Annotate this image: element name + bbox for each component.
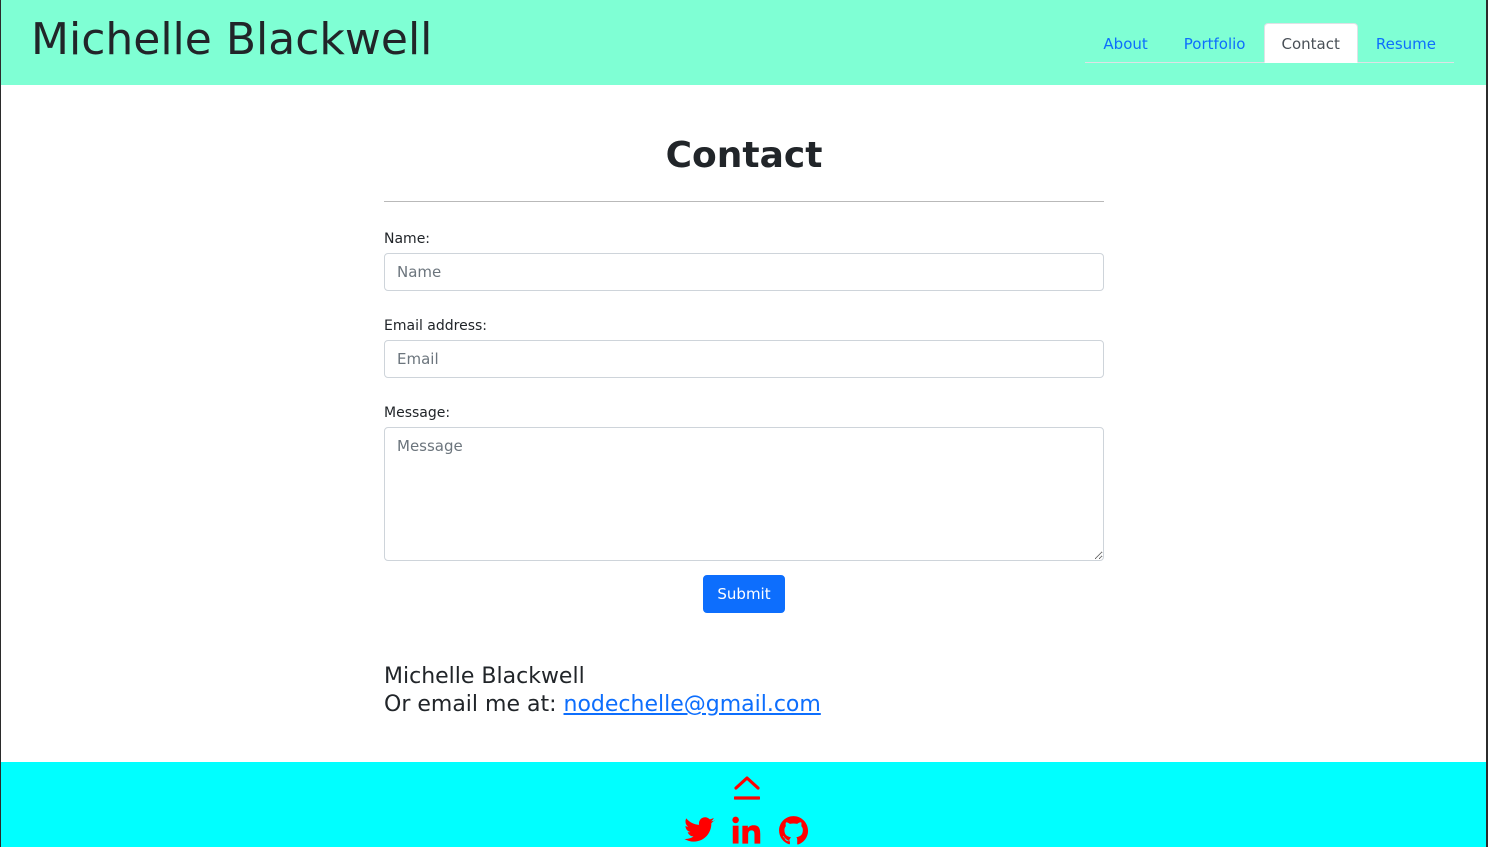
linkedin-icon[interactable] [730, 814, 763, 847]
site-header: Michelle Blackwell About Portfolio Conta… [1, 0, 1486, 85]
submit-wrap: Submit [384, 575, 1104, 613]
nav-portfolio[interactable]: Portfolio [1166, 23, 1264, 63]
message-textarea[interactable] [384, 427, 1104, 561]
contact-section: Contact Name: Email address: Message: Su… [384, 120, 1104, 719]
divider [384, 201, 1104, 202]
site-title: Michelle Blackwell [31, 14, 433, 65]
github-icon[interactable] [777, 814, 810, 847]
submit-button[interactable]: Submit [703, 575, 785, 613]
twitter-icon[interactable] [683, 814, 716, 847]
social-links [683, 814, 810, 847]
email-label: Email address: [384, 318, 488, 334]
contact-name: Michelle Blackwell [384, 664, 585, 689]
email-input[interactable] [384, 340, 1104, 378]
nav-resume[interactable]: Resume [1358, 23, 1454, 63]
chevron-up-icon[interactable] [733, 774, 761, 802]
contact-form: Name: Email address: Message: Submit [384, 230, 1104, 613]
nav-contact[interactable]: Contact [1263, 23, 1358, 63]
email-link[interactable]: nodechelle@gmail.com [564, 692, 821, 717]
message-label: Message: [384, 405, 451, 421]
page-title: Contact [665, 135, 823, 176]
nav-about[interactable]: About [1085, 23, 1165, 63]
contact-info: Michelle Blackwell Or email me at: nodec… [384, 663, 1104, 719]
nav-tabs: About Portfolio Contact Resume [1085, 23, 1454, 63]
browser-viewport: Michelle Blackwell About Portfolio Conta… [0, 0, 1488, 847]
contact-email-line: Or email me at: nodechelle@gmail.com [384, 691, 1104, 719]
name-label: Name: [384, 231, 431, 247]
name-input[interactable] [384, 253, 1104, 291]
email-prefix: Or email me at: [384, 692, 557, 717]
site-footer [1, 762, 1486, 847]
